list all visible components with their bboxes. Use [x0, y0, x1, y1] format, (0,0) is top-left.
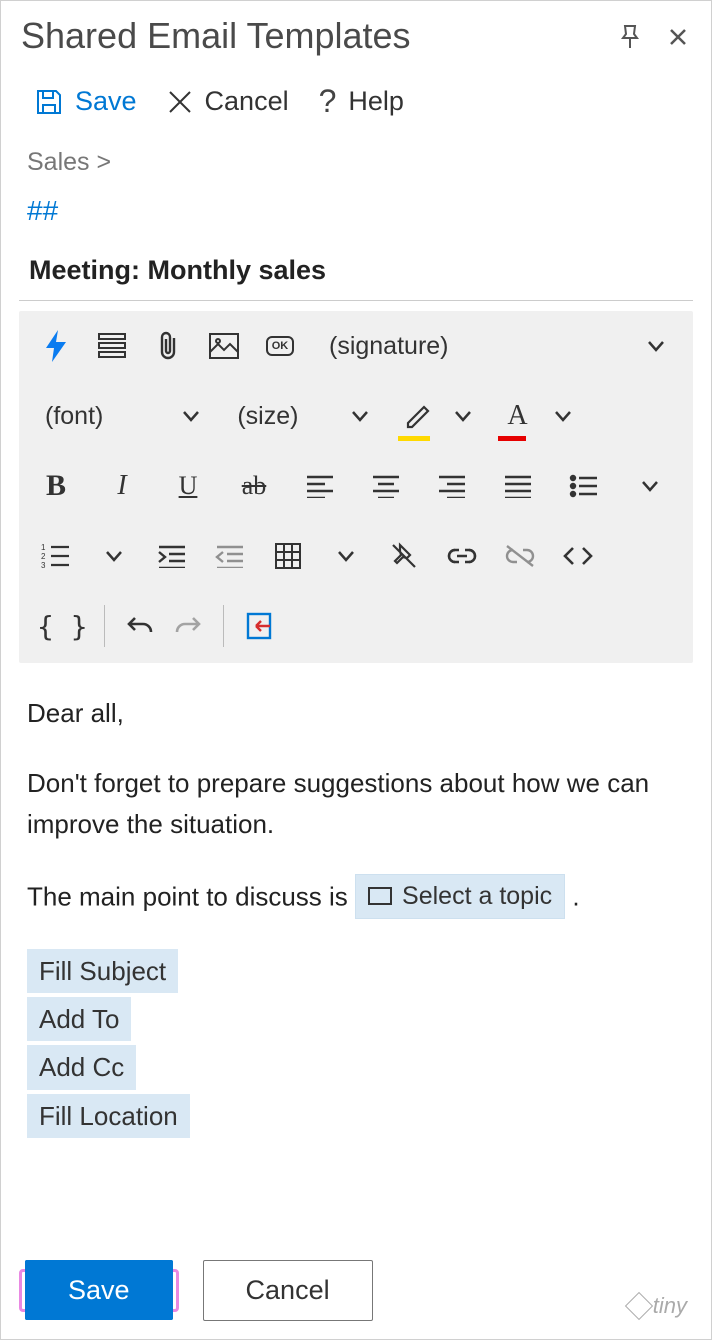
strikethrough-icon[interactable]: ab [235, 465, 273, 507]
select-topic-chip[interactable]: Select a topic [355, 874, 565, 919]
text-color-chevron-icon[interactable] [544, 395, 582, 437]
menu-cancel-button[interactable]: Cancel [167, 83, 289, 120]
image-icon[interactable] [205, 325, 243, 367]
tiny-diamond-icon [625, 1292, 653, 1320]
pin-icon[interactable] [619, 24, 641, 50]
attachment-icon[interactable] [149, 325, 187, 367]
braces-icon[interactable]: { } [37, 605, 88, 647]
rows-icon[interactable] [93, 325, 131, 367]
highlight-chevron-icon[interactable] [444, 395, 482, 437]
numbered-list-icon[interactable]: 1 2 3 [37, 535, 75, 577]
highlight-color-icon[interactable] [398, 395, 436, 437]
macro-add-to[interactable]: Add To [27, 997, 131, 1041]
body-paragraph-2: The main point to discuss is Select a to… [27, 874, 685, 919]
bullet-list-icon[interactable] [565, 465, 603, 507]
cancel-icon [167, 89, 193, 115]
macro-fill-subject[interactable]: Fill Subject [27, 949, 178, 993]
save-button[interactable]: Save [25, 1260, 173, 1320]
app-title: Shared Email Templates [21, 15, 411, 57]
title-bar: Shared Email Templates [19, 1, 693, 67]
table-icon[interactable] [269, 535, 307, 577]
save-icon [35, 88, 63, 116]
body-paragraph-1: Don't forget to prepare suggestions abou… [27, 763, 685, 844]
align-right-icon[interactable] [433, 465, 471, 507]
svg-text:3: 3 [41, 561, 46, 569]
signature-label: (signature) [329, 332, 449, 361]
separator [223, 605, 224, 647]
macro-add-cc[interactable]: Add Cc [27, 1045, 136, 1089]
topic-icon [368, 887, 392, 905]
italic-icon[interactable]: I [103, 465, 141, 507]
tiny-logo: tiny [629, 1293, 687, 1319]
greeting-text: Dear all, [27, 693, 685, 733]
menu-bar: Save Cancel ? Help [19, 67, 693, 148]
align-justify-icon[interactable] [499, 465, 537, 507]
import-icon[interactable] [240, 605, 278, 647]
hash-button[interactable]: ## [19, 195, 693, 255]
app-window: Shared Email Templates Save [0, 0, 712, 1340]
save-highlight: Save [19, 1269, 179, 1312]
menu-help-label: Help [348, 86, 404, 117]
outdent-icon[interactable] [211, 535, 249, 577]
redo-icon[interactable] [169, 605, 207, 647]
size-label: (size) [237, 402, 298, 431]
font-label: (font) [45, 402, 103, 431]
footer: Save Cancel tiny [19, 1260, 693, 1321]
window-buttons [619, 16, 693, 50]
link-icon[interactable] [443, 535, 481, 577]
font-select[interactable]: (font) [37, 402, 209, 431]
subject-field[interactable]: Meeting: Monthly sales [19, 255, 693, 301]
menu-save-label: Save [75, 86, 137, 117]
menu-cancel-label: Cancel [205, 86, 289, 117]
macro-icon[interactable] [37, 325, 75, 367]
ok-button-icon[interactable]: OK [261, 325, 299, 367]
bold-icon[interactable]: B [37, 465, 75, 507]
svg-text:1: 1 [41, 543, 46, 552]
code-icon[interactable] [559, 535, 597, 577]
macro-list: Fill Subject Add To Add Cc Fill Location [27, 949, 685, 1138]
signature-chevron-icon[interactable] [637, 325, 675, 367]
align-center-icon[interactable] [367, 465, 405, 507]
cancel-button[interactable]: Cancel [203, 1260, 373, 1321]
breadcrumb[interactable]: Sales > [19, 148, 693, 195]
menu-help-button[interactable]: ? Help [319, 83, 404, 120]
numbered-list-chevron-icon[interactable] [95, 535, 133, 577]
indent-icon[interactable] [153, 535, 191, 577]
text-color-icon[interactable]: A [498, 395, 536, 437]
svg-text:2: 2 [41, 552, 46, 561]
menu-save-button[interactable]: Save [35, 83, 137, 120]
table-chevron-icon[interactable] [327, 535, 365, 577]
unpin-icon[interactable] [385, 535, 423, 577]
editor-toolbar: OK (signature) (font) (size) [19, 311, 693, 663]
unlink-icon[interactable] [501, 535, 539, 577]
list-chevron-icon[interactable] [631, 465, 669, 507]
signature-select[interactable]: (signature) [321, 332, 457, 361]
close-icon[interactable] [669, 28, 687, 46]
separator [104, 605, 105, 647]
help-icon: ? [319, 83, 337, 120]
topic-label: Select a topic [402, 877, 552, 916]
editor-body[interactable]: Dear all, Don't forget to prepare sugges… [19, 663, 693, 1152]
align-left-icon[interactable] [301, 465, 339, 507]
underline-icon[interactable]: U [169, 465, 207, 507]
macro-fill-location[interactable]: Fill Location [27, 1094, 190, 1138]
size-select[interactable]: (size) [229, 402, 378, 431]
undo-icon[interactable] [121, 605, 159, 647]
